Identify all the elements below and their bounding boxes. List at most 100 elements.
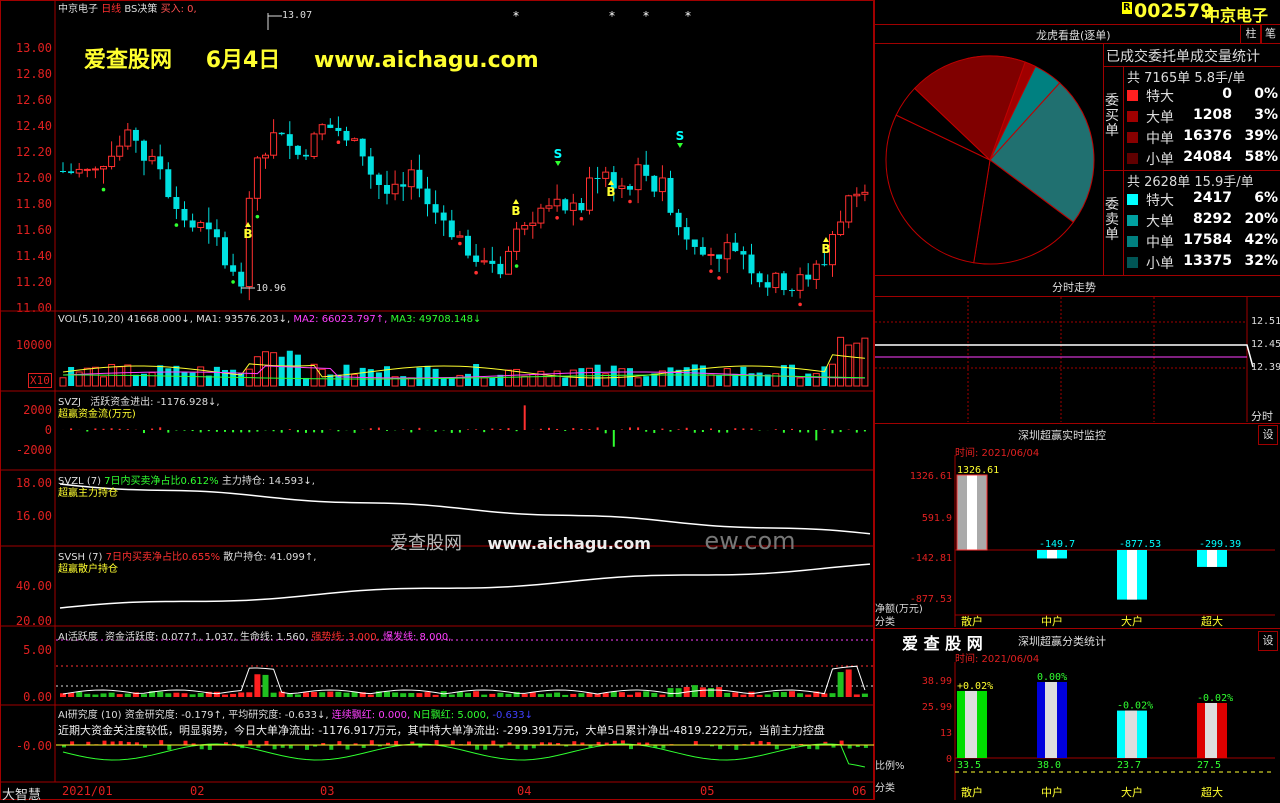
research-bar <box>718 745 722 749</box>
ai-active-d1: 资金活跃度: 0.077↑, <box>105 632 202 643</box>
volume-bar <box>263 352 269 386</box>
fund-flow-bar <box>232 430 234 432</box>
signal-dot <box>628 200 632 204</box>
fund-flow-bar <box>686 428 688 430</box>
timeshare-title[interactable]: 分时走势 <box>1052 279 1096 295</box>
candle-body <box>157 156 163 169</box>
activity-bar <box>643 691 649 697</box>
volume-bar <box>546 377 552 386</box>
fund-flow-bar <box>256 430 258 432</box>
volume-bar <box>846 345 852 386</box>
research-bar <box>111 741 115 745</box>
research-bar <box>734 745 738 750</box>
candle-body <box>562 199 568 210</box>
monitor-bar-highlight <box>1127 550 1137 600</box>
activity-bar <box>627 695 633 697</box>
volume-bar <box>165 368 171 386</box>
research-bar <box>248 740 252 745</box>
candle-body <box>141 141 147 161</box>
volume-bar <box>182 372 188 386</box>
research-bar <box>167 745 171 750</box>
activity-bar <box>805 695 811 697</box>
fund-flow-bar <box>273 430 275 431</box>
volume-bar <box>190 373 196 386</box>
svsh-desc2: 7日内买卖净占比0.655% <box>106 552 221 563</box>
activity-bar <box>165 693 171 697</box>
volume-bar <box>830 364 836 386</box>
sell-row: 小单1337532% <box>1124 253 1280 273</box>
tab-tick[interactable]: 笔 <box>1260 24 1280 44</box>
ai-active-header: AI活跃度 资金活跃度: 0.077↑, 1.037, 生命线: 1.560, … <box>58 628 451 643</box>
date-label: 05 <box>700 784 714 798</box>
candle-body <box>659 178 665 192</box>
activity-bar <box>416 693 422 697</box>
activity-bar <box>344 693 350 697</box>
ai-research-line2: 近期大资金关注度较低，明显弱势，今日大单净流出: -1176.917万元，其中特… <box>58 722 872 738</box>
candle-body <box>271 133 277 155</box>
timeshare-chart[interactable] <box>875 297 1280 422</box>
fund-flow-bar <box>289 429 291 430</box>
fund-flow-bar <box>832 430 834 433</box>
legend-swatch <box>1127 194 1138 205</box>
monitor-bar-label: 超大 <box>1201 614 1223 627</box>
fund-flow-bar <box>840 430 842 432</box>
activity-bar <box>214 692 220 697</box>
activity-bar <box>335 692 341 697</box>
fund-flow-bar <box>734 428 736 430</box>
volume-bar <box>344 365 350 386</box>
candle-body <box>230 265 236 271</box>
stock-code: 002579 <box>1134 0 1213 22</box>
date-label: 03 <box>320 784 334 798</box>
buy-label: 特大 <box>1146 86 1174 106</box>
candle-body <box>76 169 82 173</box>
class-bar-change: 0.00% <box>1037 672 1067 683</box>
ai-research-d3: 平均研究度: -0.633↓, <box>228 710 328 721</box>
activity-bar <box>465 693 471 697</box>
volume-bar <box>635 378 641 386</box>
sell-label: 特大 <box>1146 190 1174 210</box>
activity-bar <box>295 694 301 697</box>
left-label: 大智慧 <box>2 784 41 803</box>
signal-dot <box>709 269 713 273</box>
ai-research-title: AI研究度 <box>58 710 98 721</box>
svzl-sub: 超赢主力持仓 <box>58 484 118 499</box>
class-settings-button[interactable]: 设 <box>1258 631 1278 651</box>
research-bar <box>103 741 107 745</box>
research-bar <box>815 745 819 749</box>
sell-count: 8292 <box>1193 211 1232 227</box>
fund-flow-bar <box>321 430 323 433</box>
volume-bar <box>149 373 155 386</box>
candle-body <box>92 169 98 170</box>
activity-bar <box>457 692 463 697</box>
timeshare-price-2: 12.39 <box>1251 362 1280 373</box>
activity-bar <box>497 693 503 697</box>
legend-swatch <box>1127 111 1138 122</box>
fund-flow-bar <box>167 430 169 433</box>
sell-arrow <box>677 143 683 148</box>
fund-flow-bar <box>435 430 437 432</box>
vol-title: VOL(5,10,20) <box>58 314 124 325</box>
fund-flow-bar <box>508 428 510 430</box>
ai-research-d5: N日飘红: 5.000, <box>413 710 489 721</box>
buy-count: 0 <box>1222 86 1232 102</box>
monitor-settings-button[interactable]: 设 <box>1258 425 1278 445</box>
candle-body <box>846 196 852 222</box>
sell-row: 特大24176% <box>1124 190 1280 210</box>
activity-bar <box>473 691 479 697</box>
buy-label: 大单 <box>1146 107 1174 127</box>
activity-bar <box>651 693 657 697</box>
buy-count: 24084 <box>1183 149 1232 165</box>
candle-body <box>765 282 771 287</box>
monitor-bar-value: -299.39 <box>1199 539 1241 550</box>
volume-bar <box>449 378 455 386</box>
volume-bar <box>303 378 309 386</box>
ai-active-title: AI活跃度 <box>58 632 98 643</box>
fund-flow-bar <box>751 428 753 430</box>
fund-flow-bar <box>354 430 356 433</box>
tab-bar[interactable]: 柱 <box>1240 24 1262 44</box>
buy-label: 小单 <box>1146 149 1174 169</box>
ai-research-axis: -0.00 <box>0 739 52 753</box>
vol-axis-label: 10000 <box>0 338 52 352</box>
ai-active-d4: 强势线: 3.000, <box>311 632 379 643</box>
ai-research-d1: (10) <box>101 710 122 721</box>
